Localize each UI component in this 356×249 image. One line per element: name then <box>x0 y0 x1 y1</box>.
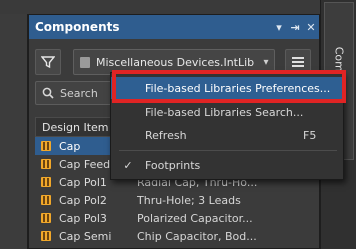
row-name: Cap Pol3 <box>59 211 107 225</box>
component-icon <box>41 195 51 205</box>
panel-title: Components <box>35 20 120 34</box>
panel-title-bar[interactable]: Components ▾ ⇥ ✕ <box>29 15 319 39</box>
table-row[interactable]: Cap Pol2 Thru-Hole; 3 Leads <box>35 191 313 209</box>
component-icon <box>41 213 51 223</box>
menu-item-label: Footprints <box>145 158 201 172</box>
panel-menu-dropdown-icon[interactable]: ▾ <box>271 21 287 34</box>
component-icon <box>41 177 51 187</box>
row-description: Chip Capacitor, Bod... <box>137 229 257 243</box>
search-icon <box>42 87 54 99</box>
hamburger-icon-line <box>292 65 304 67</box>
menu-item-file-based-libraries-search[interactable]: File-based Libraries Search... <box>111 101 343 123</box>
component-icon <box>41 141 51 151</box>
library-icon <box>80 56 90 68</box>
menu-item-footprints[interactable]: ✓ Footprints <box>111 154 343 176</box>
row-description: Polarized Capacitor... <box>137 211 253 225</box>
top-strip <box>0 0 356 14</box>
left-dock-strip <box>0 14 28 249</box>
checkmark-icon: ✓ <box>123 158 133 172</box>
pin-icon[interactable]: ⇥ <box>287 21 303 34</box>
menu-item-label: Refresh <box>145 128 187 142</box>
hamburger-icon-line <box>292 61 304 63</box>
context-menu: File-based Libraries Preferences... File… <box>110 72 344 180</box>
row-name: Cap Semi <box>59 229 112 243</box>
menu-item-shortcut: F5 <box>303 128 317 142</box>
component-icon <box>41 159 51 169</box>
row-description: Thru-Hole; 3 Leads <box>137 193 241 207</box>
search-placeholder: Search <box>60 86 98 100</box>
row-name: Cap Pol2 <box>59 193 107 207</box>
hamburger-icon-line <box>292 57 304 59</box>
menu-separator <box>119 150 337 151</box>
close-icon[interactable]: ✕ <box>303 21 319 34</box>
table-row[interactable]: Cap Pol3 Polarized Capacitor... <box>35 209 313 227</box>
menu-item-label: File-based Libraries Search... <box>145 105 304 119</box>
menu-item-refresh[interactable]: Refresh F5 <box>111 124 343 146</box>
table-row[interactable]: Cap Semi Chip Capacitor, Bod... <box>35 227 313 245</box>
component-icon <box>41 231 51 241</box>
menu-item-label: File-based Libraries Preferences... <box>145 81 331 95</box>
library-selector-value: Miscellaneous Devices.IntLib <box>96 55 255 69</box>
chevron-down-icon: ▾ <box>263 56 269 68</box>
menu-item-file-based-libraries-preferences[interactable]: File-based Libraries Preferences... <box>111 77 343 99</box>
filter-button[interactable] <box>35 49 61 75</box>
filter-icon <box>41 56 55 69</box>
